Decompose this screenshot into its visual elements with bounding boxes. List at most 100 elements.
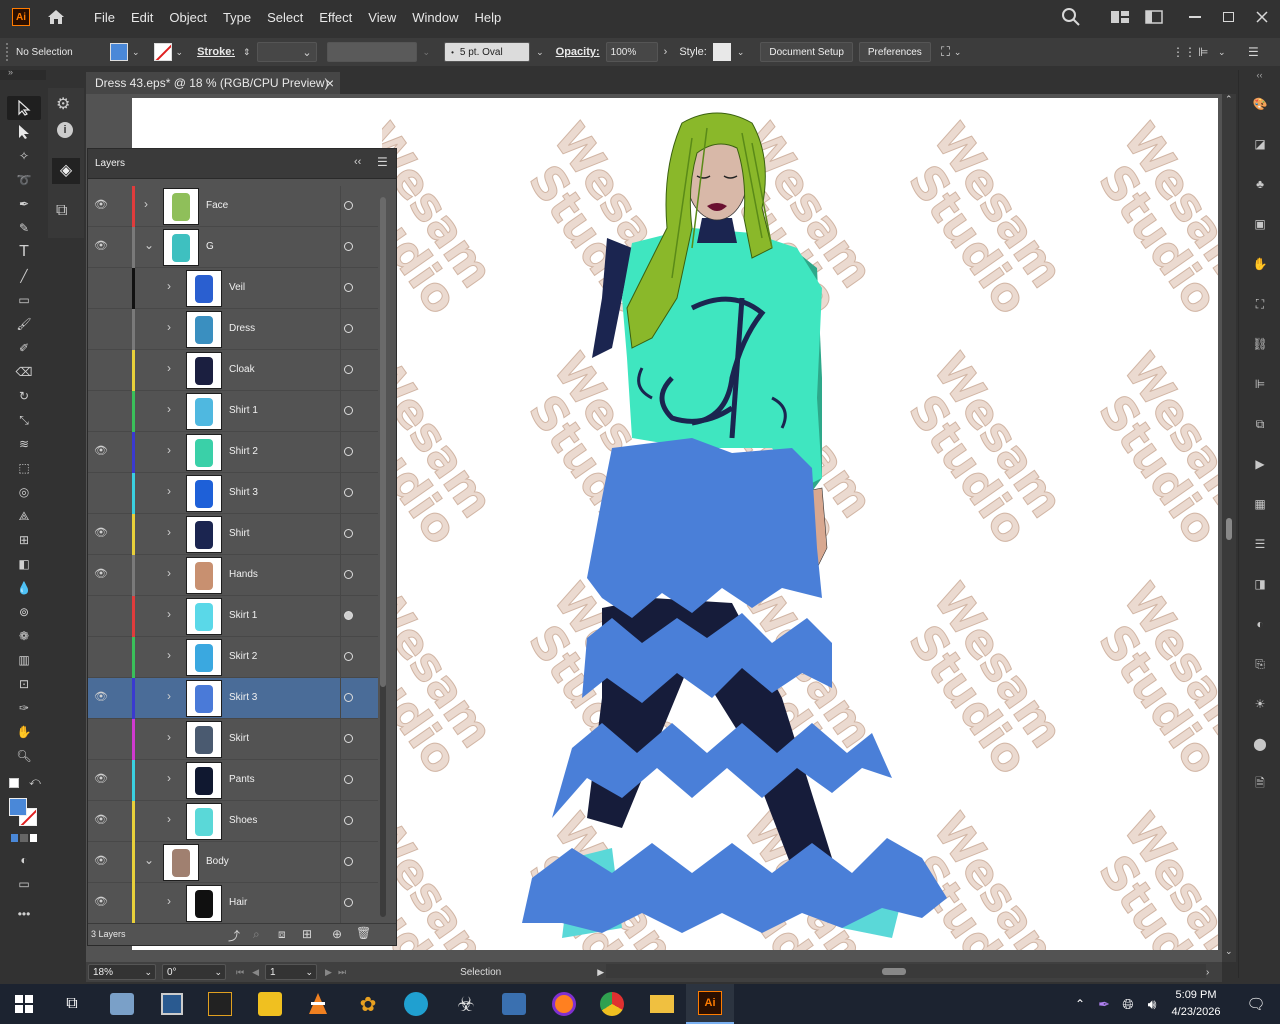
layer-row-pants[interactable]: 👁︎ › Pants [88, 760, 378, 801]
grid-icon[interactable]: ⋮⋮ [1172, 45, 1196, 59]
magic-wand-tool-icon[interactable]: ✧ [7, 144, 41, 168]
scale-tool-icon[interactable]: ⤡ [7, 408, 41, 432]
layer-row-face[interactable]: 👁︎ › Face [88, 186, 378, 227]
transparency-icon[interactable]: ◐ [1239, 604, 1280, 644]
locate-object-icon[interactable]: ⌕ [253, 927, 260, 942]
chevron-down-icon[interactable]: ⌄ [144, 238, 154, 252]
layer-target-icon[interactable] [344, 775, 353, 784]
layer-target-icon[interactable] [344, 283, 353, 292]
menu-window[interactable]: Window [404, 10, 466, 25]
zoom-field[interactable]: 18% ⌄ [88, 964, 156, 980]
layers-icon[interactable]: ◈ [52, 158, 80, 184]
layer-row-skirt[interactable]: › Skirt [88, 719, 378, 760]
shaper-tool-icon[interactable]: ✐ [7, 336, 41, 360]
chevron-down-icon[interactable]: ⌄ [132, 47, 140, 58]
artboard-field[interactable]: 1 ⌄ [265, 964, 318, 980]
color-mode-icon[interactable] [11, 834, 37, 842]
layer-name[interactable]: Shirt [229, 528, 250, 539]
layer-name[interactable]: Skirt 1 [229, 610, 257, 621]
new-layer-icon[interactable]: ⊕ [332, 927, 342, 941]
chevron-right-icon[interactable]: › [167, 484, 171, 498]
color-guide-icon[interactable]: ◪ [1239, 124, 1280, 164]
symbols-icon[interactable]: ♣ [1239, 164, 1280, 204]
links-icon[interactable]: ⛓ [1239, 324, 1280, 364]
chevron-right-icon[interactable]: › [167, 607, 171, 621]
visibility-eye-icon[interactable]: 👁︎ [94, 527, 108, 539]
vlc-icon[interactable] [294, 984, 342, 1024]
close-tab-icon[interactable]: × [326, 75, 334, 91]
gradient-panel-icon[interactable]: ◨ [1239, 564, 1280, 604]
layer-row-skirt-2[interactable]: › Skirt 2 [88, 637, 378, 678]
line-tool-icon[interactable]: ╱ [7, 264, 41, 288]
app-icon-3[interactable]: ✿ [344, 984, 392, 1024]
visibility-eye-icon[interactable] [94, 609, 106, 621]
dock-collapse-icon[interactable]: ‹‹ [1239, 70, 1280, 84]
layer-name[interactable]: Skirt [229, 733, 249, 744]
draw-mode-icon[interactable]: ◐ [7, 848, 41, 872]
chevron-right-icon[interactable]: › [664, 46, 668, 58]
layer-name[interactable]: Hair [229, 897, 247, 908]
search-icon[interactable] [1061, 7, 1081, 27]
layer-row-hands[interactable]: 👁︎ › Hands [88, 555, 378, 596]
menu-select[interactable]: Select [259, 10, 311, 25]
layer-row-shoes[interactable]: 👁︎ › Shoes [88, 801, 378, 842]
layers-scrollbar[interactable] [380, 197, 386, 917]
menu-type[interactable]: Type [215, 10, 259, 25]
layer-row-skirt-3[interactable]: 👁︎ › Skirt 3 [88, 678, 378, 719]
column-graph-tool-icon[interactable]: ▥ [7, 648, 41, 672]
first-artboard-icon[interactable]: ⏮ [236, 967, 244, 978]
chevron-right-icon[interactable]: › [167, 894, 171, 908]
actions-icon[interactable]: ▶ [1239, 444, 1280, 484]
align-panel-icon[interactable]: ⊫ [1239, 364, 1280, 404]
chevron-right-icon[interactable]: › [167, 648, 171, 662]
layer-name[interactable]: Body [206, 856, 229, 867]
chevron-right-icon[interactable]: › [167, 525, 171, 539]
swap-colors-icon[interactable]: ⤺ [29, 776, 41, 789]
chevron-down-icon[interactable]: ⌄ [536, 47, 544, 58]
app-icon-5[interactable]: ☣ [442, 984, 490, 1024]
more-tools-icon[interactable]: ••• [7, 902, 41, 926]
info-icon[interactable]: i [57, 122, 73, 138]
visibility-eye-icon[interactable] [94, 363, 106, 375]
shape-builder-tool-icon[interactable]: ◎ [7, 480, 41, 504]
layer-row-hair[interactable]: 👁︎ › Hair [88, 883, 378, 923]
chevron-right-icon[interactable]: › [167, 771, 171, 785]
layer-row-shirt[interactable]: 👁︎ › Shirt [88, 514, 378, 555]
menu-file[interactable]: File [86, 10, 123, 25]
layer-target-icon[interactable] [344, 529, 353, 538]
visibility-eye-icon[interactable] [94, 650, 106, 662]
visibility-eye-icon[interactable]: 👁︎ [94, 773, 108, 785]
chevron-right-icon[interactable]: › [167, 279, 171, 293]
chevron-down-icon[interactable]: ⌄ [1225, 946, 1233, 957]
panel-menu-icon[interactable]: ☰ [377, 155, 388, 169]
layer-name[interactable]: G [206, 241, 214, 252]
scrollbar-thumb[interactable] [380, 197, 386, 687]
chevron-right-icon[interactable]: › [144, 197, 148, 211]
artboard-tool-icon[interactable]: ⊡ [7, 672, 41, 696]
document-tab[interactable]: Dress 43.eps* @ 18 % (RGB/CPU Preview) × [86, 72, 340, 94]
maximize-icon[interactable] [1223, 12, 1234, 22]
curvature-tool-icon[interactable]: ✎ [7, 216, 41, 240]
layer-target-icon[interactable] [344, 488, 353, 497]
warp-tool-icon[interactable]: ≋ [7, 432, 41, 456]
layer-name[interactable]: Shirt 3 [229, 487, 258, 498]
layer-row-g[interactable]: 👁︎ ⌄ G [88, 227, 378, 268]
firefox-icon[interactable] [540, 984, 588, 1024]
visibility-eye-icon[interactable] [94, 732, 106, 744]
collapse-arrows-icon[interactable]: » [8, 67, 13, 77]
layers-panel-title[interactable]: Layers [95, 158, 125, 169]
chevron-right-icon[interactable]: › [167, 361, 171, 375]
style-swatch[interactable] [712, 43, 731, 61]
illustrator-taskbar-icon[interactable]: Ai [686, 984, 734, 1024]
layer-name[interactable]: Skirt 3 [229, 692, 257, 703]
stroke-weight-field[interactable]: ⌄ [256, 42, 317, 62]
stroke-swatch[interactable] [153, 43, 172, 61]
hand-tool-icon[interactable]: ✋ [7, 720, 41, 744]
color-icon[interactable]: 🎨 [1239, 84, 1280, 124]
layer-name[interactable]: Skirt 2 [229, 651, 257, 662]
swatches-icon[interactable]: ▦ [1239, 484, 1280, 524]
player-app-icon[interactable] [246, 984, 294, 1024]
chevron-right-icon[interactable]: › [167, 320, 171, 334]
file-explorer-icon[interactable] [638, 984, 686, 1024]
layer-row-veil[interactable]: › Veil [88, 268, 378, 309]
